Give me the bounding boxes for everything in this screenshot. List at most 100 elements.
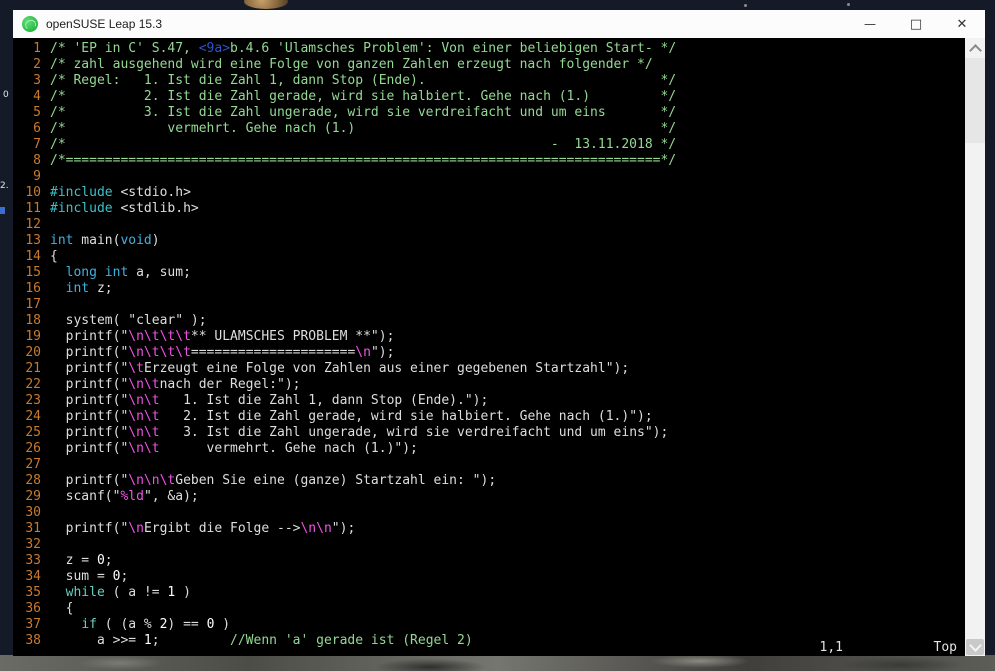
code-line: 27 bbox=[18, 457, 965, 473]
line-number: 32 bbox=[25, 537, 41, 552]
desktop-icon-label-fragment: 2. bbox=[0, 181, 9, 191]
line-number: 21 bbox=[25, 361, 41, 376]
line-number: 13 bbox=[25, 233, 41, 248]
scrollbar[interactable] bbox=[965, 38, 985, 656]
desktop-wallpaper-strip bbox=[0, 655, 995, 671]
line-number: 26 bbox=[25, 441, 41, 456]
code-line: 36 { bbox=[18, 601, 965, 617]
code-line: 25 printf("\n\t 3. Ist die Zahl ungerade… bbox=[18, 425, 965, 441]
minimize-button[interactable]: — bbox=[847, 10, 893, 38]
line-number: 11 bbox=[25, 201, 41, 216]
line-number: 12 bbox=[25, 217, 41, 232]
line-number: 8 bbox=[33, 153, 41, 168]
line-number: 20 bbox=[25, 345, 41, 360]
line-number: 4 bbox=[33, 89, 41, 104]
line-number: 5 bbox=[33, 105, 41, 120]
line-number: 37 bbox=[25, 617, 41, 632]
code-line: 3/* Regel: 1. Ist die Zahl 1, dann Stop … bbox=[18, 73, 965, 89]
code-line: 33 z = 0; bbox=[18, 553, 965, 569]
code-line: 30 bbox=[18, 505, 965, 521]
line-number: 10 bbox=[25, 185, 41, 200]
code-line: 13 int main(void) bbox=[18, 233, 965, 249]
code-line: 14{ bbox=[18, 249, 965, 265]
line-number: 3 bbox=[33, 73, 41, 88]
code-line: 10 #include <stdio.h> bbox=[18, 185, 965, 201]
code-line: 1/* 'EP in C' S.47, <9a>b.4.6 'Ulamsches… bbox=[18, 41, 965, 57]
line-number: 35 bbox=[25, 585, 41, 600]
code-line: 16 int z; bbox=[18, 281, 965, 297]
line-number: 16 bbox=[25, 281, 41, 296]
line-number: 15 bbox=[25, 265, 41, 280]
code-line: 26 printf("\n\t vermehrt. Gehe nach (1.)… bbox=[18, 441, 965, 457]
scroll-down-icon bbox=[969, 639, 982, 652]
code-line: 18 system( "clear" ); bbox=[18, 313, 965, 329]
line-number: 14 bbox=[25, 249, 41, 264]
code-line: 31 printf("\nErgibt die Folge -->\n\n"); bbox=[18, 521, 965, 537]
code-line: 15 long int a, sum; bbox=[18, 265, 965, 281]
opensuse-logo-icon bbox=[22, 16, 38, 32]
terminal-window: openSUSE Leap 15.3 — □ ✕ 1/* 'EP in C' S… bbox=[13, 10, 985, 656]
line-number: 1 bbox=[33, 41, 41, 56]
line-number: 31 bbox=[25, 521, 41, 536]
code-line: 8/*=====================================… bbox=[18, 153, 965, 169]
line-number: 2 bbox=[33, 57, 41, 72]
maximize-button[interactable]: □ bbox=[893, 10, 939, 38]
code-line: 11 #include <stdlib.h> bbox=[18, 201, 965, 217]
line-number: 23 bbox=[25, 393, 41, 408]
scrollbar-thumb[interactable] bbox=[965, 58, 985, 143]
line-number: 9 bbox=[33, 169, 41, 184]
line-number: 22 bbox=[25, 377, 41, 392]
wallpaper-blob bbox=[244, 0, 288, 9]
code-line: 29 scanf("%ld", &a); bbox=[18, 489, 965, 505]
wallpaper-speck bbox=[847, 3, 850, 6]
code-line: 2/* zahl ausgehend wird eine Folge von g… bbox=[18, 57, 965, 73]
line-number: 28 bbox=[25, 473, 41, 488]
code-line: 17 bbox=[18, 297, 965, 313]
wallpaper-speck bbox=[744, 4, 747, 7]
desktop-icon-fragment bbox=[0, 207, 5, 214]
vim-statusline: 1,1 Top bbox=[13, 640, 965, 655]
desktop-icon-label-fragment: 0 bbox=[3, 90, 9, 100]
line-number: 29 bbox=[25, 489, 41, 504]
code-line: 9 bbox=[18, 169, 965, 185]
code-line: 34 sum = 0; bbox=[18, 569, 965, 585]
code-line: 35 while ( a != 1 ) bbox=[18, 585, 965, 601]
line-number: 33 bbox=[25, 553, 41, 568]
code-line: 5/* 3. Ist die Zahl ungerade, wird sie v… bbox=[18, 105, 965, 121]
code-line: 4/* 2. Ist die Zahl gerade, wird sie hal… bbox=[18, 89, 965, 105]
file-position: Top bbox=[933, 640, 957, 655]
line-number: 17 bbox=[25, 297, 41, 312]
window-body: 1/* 'EP in C' S.47, <9a>b.4.6 'Ulamsches… bbox=[13, 38, 985, 656]
vim-editor-screen[interactable]: 1/* 'EP in C' S.47, <9a>b.4.6 'Ulamsches… bbox=[13, 38, 965, 656]
window-title: openSUSE Leap 15.3 bbox=[46, 17, 163, 31]
line-number: 18 bbox=[25, 313, 41, 328]
code-line: 23 printf("\n\t 1. Ist die Zahl 1, dann … bbox=[18, 393, 965, 409]
line-number: 7 bbox=[33, 137, 41, 152]
line-number: 30 bbox=[25, 505, 41, 520]
line-number: 6 bbox=[33, 121, 41, 136]
code-line: 37 if ( (a % 2) == 0 ) bbox=[18, 617, 965, 633]
line-number: 36 bbox=[25, 601, 41, 616]
line-number: 24 bbox=[25, 409, 41, 424]
cursor-position: 1,1 bbox=[819, 640, 843, 655]
close-button[interactable]: ✕ bbox=[939, 10, 985, 38]
code-line: 6/* vermehrt. Gehe nach (1.) */ bbox=[18, 121, 965, 137]
code-line: 12 bbox=[18, 217, 965, 233]
line-number: 19 bbox=[25, 329, 41, 344]
scroll-down-button[interactable] bbox=[966, 639, 984, 655]
scroll-up-icon[interactable] bbox=[969, 44, 982, 57]
code-line: 24 printf("\n\t 2. Ist die Zahl gerade, … bbox=[18, 409, 965, 425]
line-number: 34 bbox=[25, 569, 41, 584]
code-line: 7/* - 13.11.2018 */ bbox=[18, 137, 965, 153]
code-line: 20 printf("\n\t\t\t=====================… bbox=[18, 345, 965, 361]
code-line: 21 printf("\tErzeugt eine Folge von Zahl… bbox=[18, 361, 965, 377]
code-line: 28 printf("\n\n\tGeben Sie eine (ganze) … bbox=[18, 473, 965, 489]
line-number: 25 bbox=[25, 425, 41, 440]
code-line: 32 bbox=[18, 537, 965, 553]
titlebar[interactable]: openSUSE Leap 15.3 — □ ✕ bbox=[13, 10, 985, 38]
line-number: 27 bbox=[25, 457, 41, 472]
code-line: 19 printf("\n\t\t\t** ULAMSCHES PROBLEM … bbox=[18, 329, 965, 345]
code-line: 22 printf("\n\tnach der Regel:"); bbox=[18, 377, 965, 393]
window-controls: — □ ✕ bbox=[847, 10, 985, 38]
code-area: 1/* 'EP in C' S.47, <9a>b.4.6 'Ulamsches… bbox=[18, 41, 965, 649]
